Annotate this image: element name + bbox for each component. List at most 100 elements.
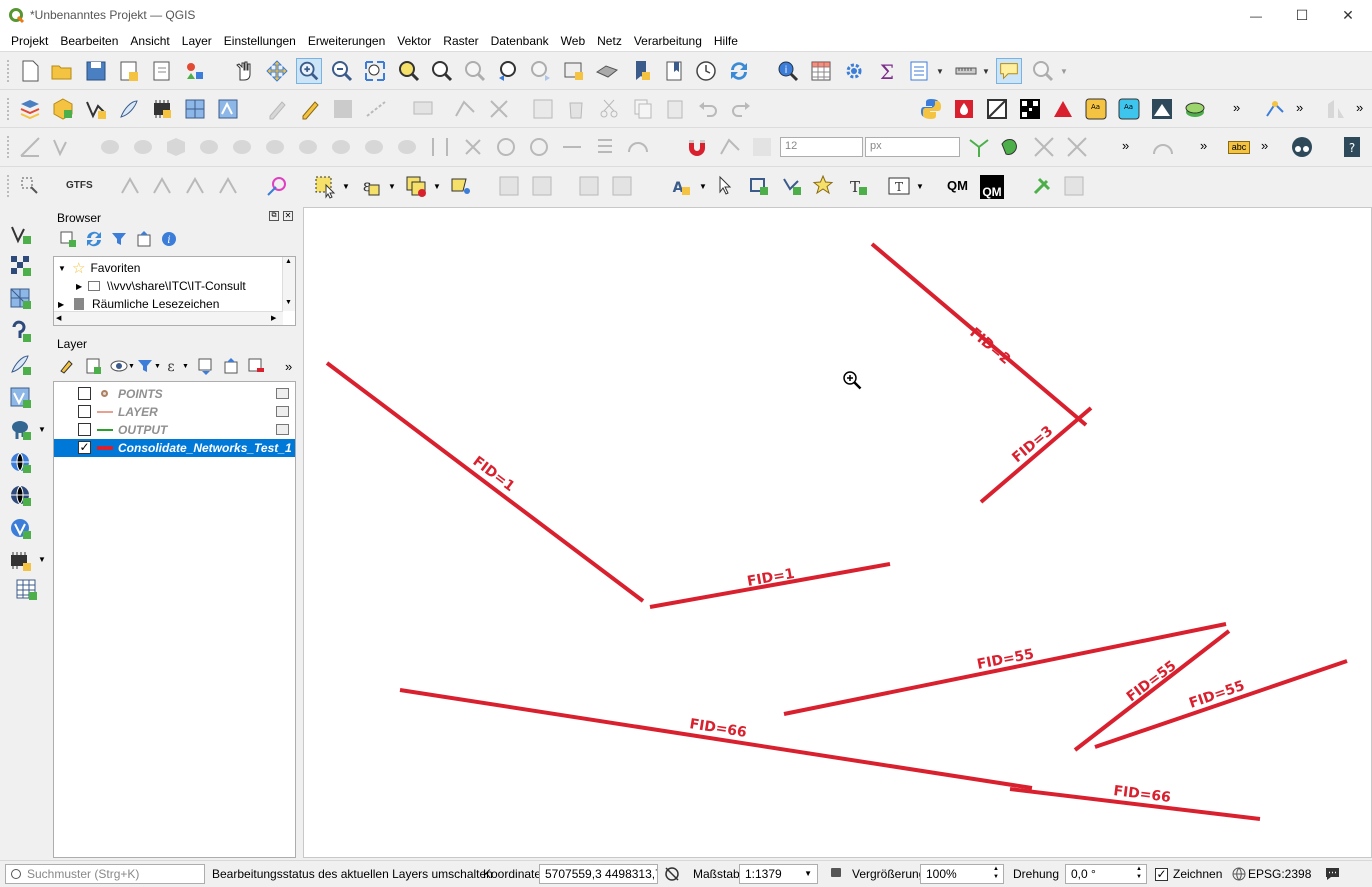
map-canvas[interactable]: FID=2 FID=3 FID=1 FID=1 FID=55 FID=55 FI… xyxy=(303,207,1372,858)
rotate-point-symbols-icon[interactable] xyxy=(493,134,519,160)
close-button[interactable]: ✕ xyxy=(1325,0,1371,31)
profile-tool-icon[interactable] xyxy=(1324,96,1350,122)
chevron-down-icon[interactable]: ▼ xyxy=(433,182,441,191)
select-by-location-icon[interactable] xyxy=(448,173,474,199)
split-features-icon[interactable] xyxy=(361,134,387,160)
select-by-expression-icon[interactable]: ε xyxy=(357,173,383,199)
toolbar-grip[interactable] xyxy=(6,59,10,83)
collapse-all-icon[interactable] xyxy=(134,229,154,249)
add-spatialite-icon[interactable] xyxy=(8,352,34,378)
filter-legend-icon[interactable] xyxy=(135,356,155,376)
layer-visibility-checkbox[interactable] xyxy=(78,423,91,436)
chevron-down-icon[interactable]: ▼ xyxy=(128,363,135,370)
help-icon[interactable]: ? xyxy=(1339,134,1365,160)
add-virtual-layer-icon[interactable] xyxy=(8,385,34,411)
align-icon[interactable] xyxy=(592,134,618,160)
new-virtual-layer-icon[interactable] xyxy=(149,96,175,122)
quickmapservices-search-button[interactable]: QM xyxy=(980,175,1004,199)
gtfs-plugin-button[interactable]: GTFS xyxy=(66,180,93,191)
more-toolbar-icon[interactable]: » xyxy=(1261,138,1268,153)
expand-arrow-icon[interactable]: ▼ xyxy=(58,264,70,273)
add-raster-layer-icon[interactable] xyxy=(182,96,208,122)
chevron-down-icon[interactable]: ▼ xyxy=(916,182,924,191)
delete-part-icon[interactable] xyxy=(229,134,255,160)
rotate-label-icon[interactable] xyxy=(149,173,175,199)
snapping-magnet-icon[interactable] xyxy=(684,134,710,160)
python-console-icon[interactable] xyxy=(918,96,944,122)
layer-item-layer[interactable]: LAYER xyxy=(54,403,295,421)
chevron-down-icon[interactable]: ▼ xyxy=(38,425,46,434)
offset-point-symbols-icon[interactable] xyxy=(526,134,552,160)
scroll-right-icon[interactable]: ▶ xyxy=(271,314,276,322)
edit-vertex-icon[interactable] xyxy=(496,173,522,199)
new-spatialite-layer-icon[interactable] xyxy=(116,96,142,122)
add-wfs-layer-icon[interactable] xyxy=(8,483,34,509)
plugin-tools-icon[interactable] xyxy=(1030,173,1056,199)
delete-ring-icon[interactable] xyxy=(196,134,222,160)
digitize-line-icon[interactable] xyxy=(363,96,389,122)
network-plugin-icon[interactable] xyxy=(1262,96,1288,122)
current-edits-icon[interactable] xyxy=(264,96,290,122)
add-part-icon[interactable] xyxy=(130,134,156,160)
style-manager-icon[interactable] xyxy=(182,58,208,84)
float-panel-icon[interactable]: ⧉ xyxy=(269,211,279,221)
browser-item-share[interactable]: ▶ \\vvv\share\ITC\IT-Consult xyxy=(54,277,246,295)
layer-styling-icon[interactable] xyxy=(58,356,78,376)
minimize-button[interactable]: — xyxy=(1233,0,1279,31)
menu-datenbank[interactable]: Datenbank xyxy=(485,31,555,51)
menu-layer[interactable]: Layer xyxy=(176,31,218,51)
layout-manager-icon[interactable] xyxy=(149,58,175,84)
data-source-manager-icon[interactable] xyxy=(17,96,43,122)
menu-netz[interactable]: Netz xyxy=(591,31,628,51)
more-toolbar-icon[interactable]: » xyxy=(285,359,292,374)
open-project-icon[interactable] xyxy=(49,58,75,84)
avoid-overlap-icon[interactable] xyxy=(998,134,1024,160)
toolbar-grip[interactable] xyxy=(6,97,10,121)
add-group-icon[interactable] xyxy=(83,356,103,376)
locator-search-icon[interactable] xyxy=(1030,58,1056,84)
text-box-annotation-icon[interactable]: T xyxy=(886,173,912,199)
layer-visibility-checkbox[interactable]: ✓ xyxy=(78,441,91,454)
chevron-down-icon[interactable]: ▼ xyxy=(154,363,161,370)
show-spatial-bookmarks-icon[interactable] xyxy=(661,58,687,84)
add-wcs-layer-icon[interactable] xyxy=(8,516,34,542)
map-tips-icon[interactable] xyxy=(996,58,1022,84)
layer-visibility-checkbox[interactable] xyxy=(78,387,91,400)
reshape-icon[interactable] xyxy=(262,134,288,160)
layer-indicator-icon[interactable] xyxy=(276,388,289,399)
add-selected-layers-icon[interactable] xyxy=(58,229,78,249)
snap-tolerance-input[interactable]: 12 xyxy=(780,137,863,157)
add-virtual-raster-icon[interactable] xyxy=(8,548,34,574)
layer-indicator-icon[interactable] xyxy=(276,406,289,417)
merge-features-icon[interactable] xyxy=(427,134,453,160)
add-ring-icon[interactable] xyxy=(97,134,123,160)
add-polygon-annotation-icon[interactable] xyxy=(746,173,772,199)
simplify-icon[interactable] xyxy=(529,173,555,199)
georeference-icon[interactable] xyxy=(17,173,43,199)
georeferencer-icon[interactable] xyxy=(984,96,1010,122)
menu-projekt[interactable]: Projekt xyxy=(5,31,54,51)
close-panel-icon[interactable]: ✕ xyxy=(283,211,293,221)
shape-digitizing-icon[interactable] xyxy=(1150,134,1176,160)
merge-attributes-icon[interactable] xyxy=(460,134,486,160)
add-postgis-icon[interactable] xyxy=(8,417,34,443)
toolbar-grip[interactable] xyxy=(6,174,10,198)
split-parts-icon[interactable] xyxy=(394,134,420,160)
render-checkbox[interactable]: ✓ xyxy=(1155,868,1168,881)
rotation-input[interactable]: 0,0 ° ▲ ▼ xyxy=(1065,864,1147,884)
collapse-all-icon[interactable] xyxy=(221,356,241,376)
settings-gear-icon[interactable] xyxy=(841,58,867,84)
layer-visibility-checkbox[interactable] xyxy=(78,405,91,418)
refresh-icon[interactable] xyxy=(726,58,752,84)
layer-item-consolidate-networks[interactable]: ✓ Consolidate_Networks_Test_1 xyxy=(54,439,295,457)
pin-label-icon[interactable] xyxy=(215,173,241,199)
snap-type-icon[interactable] xyxy=(749,134,775,160)
scroll-left-icon[interactable]: ◀ xyxy=(56,314,61,322)
toolbar-grip[interactable] xyxy=(6,135,10,159)
split-icon[interactable] xyxy=(576,173,602,199)
trim-extend-icon[interactable] xyxy=(559,134,585,160)
menu-vektor[interactable]: Vektor xyxy=(391,31,437,51)
line-feature-fid-1a[interactable] xyxy=(325,361,645,603)
add-vertex-icon[interactable] xyxy=(50,134,76,160)
modify-table-icon[interactable] xyxy=(530,96,556,122)
